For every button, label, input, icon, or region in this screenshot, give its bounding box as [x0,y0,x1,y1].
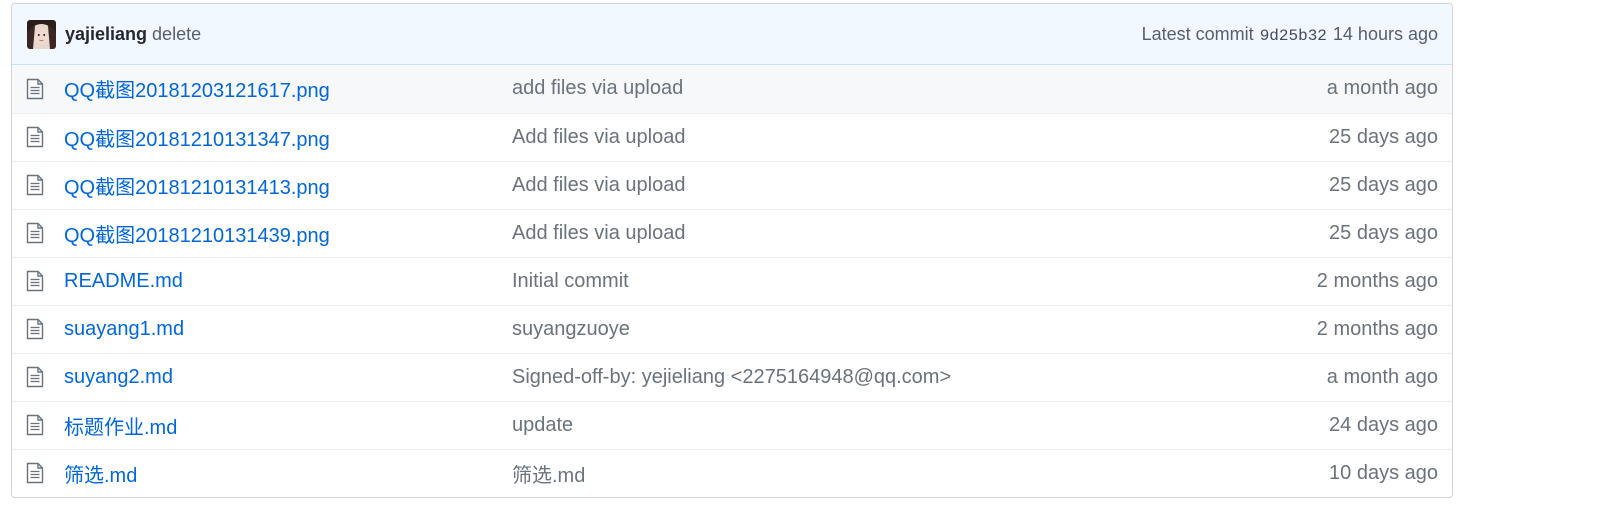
file-name-link[interactable]: 标题作业.md [64,417,177,439]
latest-commit-bar: yajieliang delete Latest commit 9d25b32 … [12,4,1452,65]
file-commit-age: 25 days ago [1329,125,1438,148]
file-text-icon [12,304,64,353]
table-row: QQ截图20181210131347.png Add files via upl… [12,112,1452,161]
file-commit-message-link[interactable]: add files via upload [512,77,683,99]
file-commit-age: 2 months ago [1316,269,1438,292]
file-commit-message-link[interactable]: Add files via upload [512,174,685,196]
file-commit-message-link[interactable]: Add files via upload [512,222,685,244]
file-name-link[interactable]: QQ截图20181210131347.png [64,129,330,151]
author-avatar[interactable] [27,19,56,49]
file-name-link[interactable]: QQ截图20181203121617.png [64,80,330,102]
file-text-icon [12,65,64,113]
file-commit-message-link[interactable]: update [512,414,573,436]
file-commit-message-link[interactable]: Add files via upload [512,126,685,148]
table-row: 筛选.md 筛选.md 10 days ago [12,448,1452,497]
table-row: suayang1.md suyangzuoye 2 months ago [12,304,1452,353]
file-commit-message-link[interactable]: suyangzuoye [512,318,630,340]
table-row: QQ截图20181203121617.png add files via upl… [12,65,1452,113]
commit-author-link[interactable]: yajieliang [65,24,147,45]
file-name-link[interactable]: suyang2.md [64,366,173,388]
commit-meta: Latest commit 9d25b32 14 hours ago [1142,24,1438,45]
commit-sha-link[interactable]: 9d25b32 [1260,27,1327,45]
file-commit-message-link[interactable]: Signed-off-by: yejieliang <2275164948@qq… [512,366,951,388]
file-text-icon [12,448,64,497]
file-text-icon [12,160,64,209]
file-list: yajieliang delete Latest commit 9d25b32 … [11,3,1453,498]
table-row: 标题作业.md update 24 days ago [12,400,1452,449]
file-commit-message-link[interactable]: 筛选.md [512,465,585,487]
commit-age: 14 hours ago [1332,23,1438,44]
file-commit-age: 24 days ago [1329,413,1438,436]
file-text-icon [12,256,64,305]
file-commit-age: 25 days ago [1329,173,1438,196]
file-commit-age: 25 days ago [1329,221,1438,244]
file-text-icon [12,400,64,449]
file-name-link[interactable]: README.md [64,270,183,292]
file-commit-age: a month ago [1326,77,1438,100]
file-commit-age: a month ago [1326,365,1438,388]
file-commit-message-link[interactable]: Initial commit [512,270,629,292]
table-row: QQ截图20181210131413.png Add files via upl… [12,160,1452,209]
file-name-link[interactable]: suayang1.md [64,318,184,340]
file-text-icon [12,352,64,401]
files-table: QQ截图20181203121617.png add files via upl… [12,65,1452,497]
file-name-link[interactable]: 筛选.md [64,465,137,487]
file-commit-age: 2 months ago [1316,317,1438,340]
file-text-icon [12,208,64,257]
latest-commit-label: Latest commit [1141,23,1254,44]
table-row: README.md Initial commit 2 months ago [12,256,1452,305]
commit-message-link[interactable]: delete [152,24,201,45]
file-name-link[interactable]: QQ截图20181210131439.png [64,225,330,247]
file-commit-age: 10 days ago [1329,461,1438,484]
file-text-icon [12,112,64,161]
table-row: QQ截图20181210131439.png Add files via upl… [12,208,1452,257]
table-row: suyang2.md Signed-off-by: yejieliang <22… [12,352,1452,401]
file-name-link[interactable]: QQ截图20181210131413.png [64,177,330,199]
